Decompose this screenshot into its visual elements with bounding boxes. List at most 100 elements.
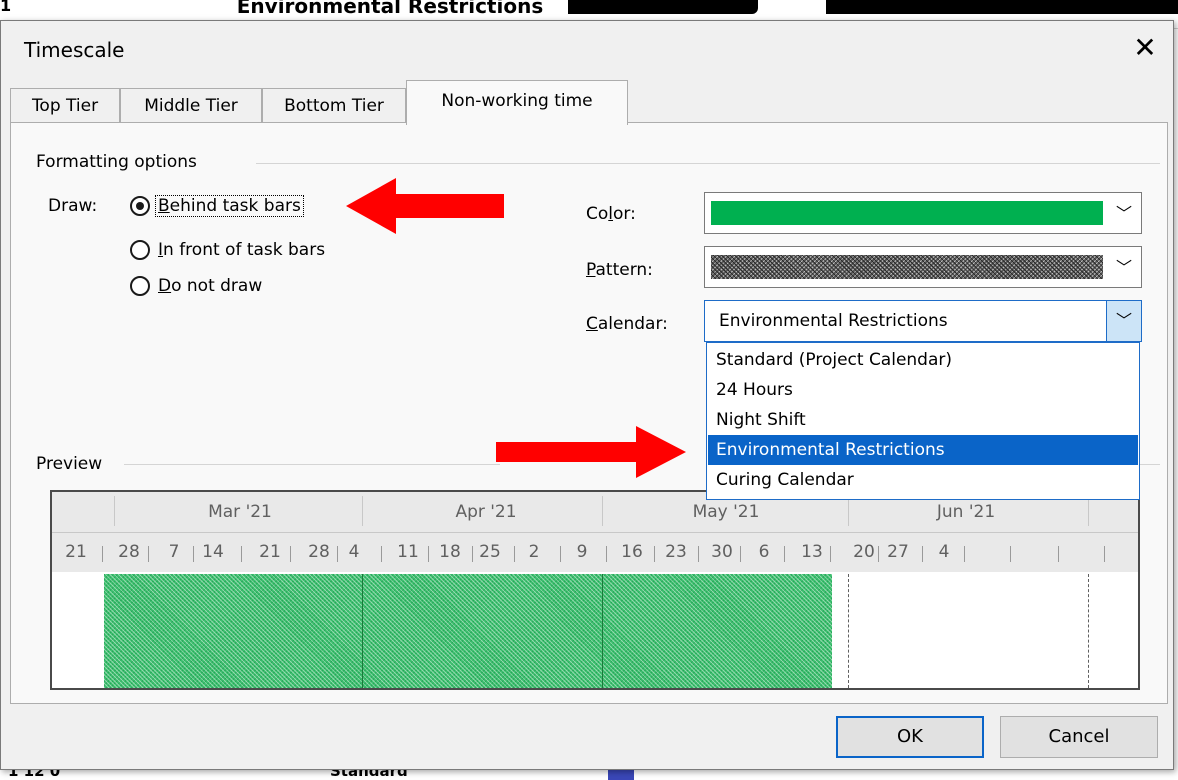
preview-label: Preview bbox=[36, 454, 103, 474]
day-separator bbox=[922, 546, 923, 562]
tab-non-working-time[interactable]: Non-working time bbox=[406, 80, 628, 125]
group-divider bbox=[124, 464, 500, 465]
radio-do-not-draw[interactable] bbox=[130, 276, 150, 296]
calendar-option-standard[interactable]: Standard (Project Calendar) bbox=[708, 345, 1138, 375]
pattern-dropdown[interactable]: ﹀ bbox=[704, 246, 1142, 288]
preview-day: 28 bbox=[308, 542, 330, 562]
ok-button[interactable]: OK bbox=[836, 716, 984, 758]
background-row-number: 1 bbox=[0, 0, 12, 15]
month-gridline bbox=[362, 574, 363, 688]
preview-day: 11 bbox=[397, 542, 419, 562]
day-separator bbox=[381, 546, 382, 562]
preview-day: 20 bbox=[853, 542, 875, 562]
preview-day: 9 bbox=[576, 542, 588, 562]
preview-day: 25 bbox=[479, 542, 501, 562]
day-separator bbox=[698, 546, 699, 562]
draw-label: Draw: bbox=[48, 196, 98, 216]
mnemonic: D bbox=[158, 276, 172, 296]
in-front-of-task-bars-label[interactable]: In front of task bars bbox=[158, 240, 325, 260]
month-separator bbox=[1088, 496, 1089, 526]
pattern-swatch bbox=[711, 255, 1103, 279]
day-separator bbox=[193, 546, 194, 562]
preview-day: 4 bbox=[938, 542, 950, 562]
calendar-option-night-shift[interactable]: Night Shift bbox=[708, 405, 1138, 435]
preview-day: 21 bbox=[65, 542, 87, 562]
calendar-option-24-hours[interactable]: 24 Hours bbox=[708, 375, 1138, 405]
day-separator bbox=[740, 546, 741, 562]
preview-day: 23 bbox=[665, 542, 687, 562]
chevron-down-icon[interactable]: ﹀ bbox=[1107, 247, 1141, 287]
preview-month: Mar '21 bbox=[208, 502, 272, 522]
preview-day: 16 bbox=[621, 542, 643, 562]
preview-day: 21 bbox=[259, 542, 281, 562]
preview-day: 30 bbox=[711, 542, 733, 562]
day-separator bbox=[1104, 546, 1105, 562]
chevron-down-icon[interactable]: ﹀ bbox=[1106, 301, 1141, 341]
tab-middle-tier[interactable]: Middle Tier bbox=[120, 88, 262, 123]
preview-month: Jun '21 bbox=[936, 502, 996, 522]
preview-day: 7 bbox=[168, 542, 180, 562]
cancel-button[interactable]: Cancel bbox=[1000, 716, 1158, 758]
day-separator bbox=[964, 546, 965, 562]
month-separator bbox=[114, 496, 115, 526]
color-dropdown[interactable]: ﹀ bbox=[704, 192, 1142, 234]
label-text: alendar: bbox=[597, 314, 668, 334]
day-separator bbox=[606, 546, 607, 562]
label-text: o not draw bbox=[171, 276, 263, 296]
day-separator bbox=[241, 546, 242, 562]
calendar-option-curing-calendar[interactable]: Curing Calendar bbox=[708, 465, 1138, 495]
radio-selected-dot bbox=[136, 202, 144, 210]
preview-day: 2 bbox=[528, 542, 540, 562]
day-separator bbox=[878, 546, 879, 562]
group-divider bbox=[1140, 464, 1160, 465]
radio-in-front-of-task-bars[interactable] bbox=[130, 240, 150, 260]
day-separator bbox=[337, 546, 338, 562]
preview-day: 18 bbox=[439, 542, 461, 562]
month-separator bbox=[602, 496, 603, 526]
chevron-down-icon[interactable]: ﹀ bbox=[1107, 193, 1141, 233]
calendar-dropdown-list: Standard (Project Calendar) 24 Hours Nig… bbox=[706, 342, 1140, 500]
day-separator bbox=[428, 546, 429, 562]
radio-behind-task-bars[interactable] bbox=[130, 196, 150, 216]
label-text: attern: bbox=[595, 260, 653, 280]
preview-day: 28 bbox=[118, 542, 140, 562]
month-gridline bbox=[602, 574, 603, 688]
color-swatch bbox=[711, 201, 1103, 225]
month-separator bbox=[362, 496, 363, 526]
mnemonic: P bbox=[586, 260, 596, 280]
behind-task-bars-label[interactable]: Behind task bars bbox=[155, 195, 304, 217]
background-task-name: Environmental Restrictions bbox=[236, 0, 544, 18]
calendar-dropdown[interactable]: Environmental Restrictions ﹀ bbox=[704, 300, 1142, 342]
preview-day: 13 bbox=[801, 542, 823, 562]
label-text: or: bbox=[613, 204, 636, 224]
background-task-bar bbox=[568, 0, 758, 14]
calendar-selected-value: Environmental Restrictions bbox=[719, 311, 948, 331]
day-separator bbox=[654, 546, 655, 562]
day-separator bbox=[472, 546, 473, 562]
tab-label: Bottom Tier bbox=[284, 96, 384, 116]
day-separator bbox=[514, 546, 515, 562]
day-separator bbox=[1058, 546, 1059, 562]
tab-bottom-tier[interactable]: Bottom Tier bbox=[262, 88, 406, 123]
preview-month: May '21 bbox=[692, 502, 760, 522]
do-not-draw-label[interactable]: Do not draw bbox=[158, 276, 262, 296]
day-separator bbox=[102, 546, 103, 562]
month-gridline bbox=[848, 574, 849, 688]
day-separator bbox=[290, 546, 291, 562]
calendar-option-environmental-restrictions[interactable]: Environmental Restrictions bbox=[708, 435, 1138, 465]
header-divider bbox=[52, 532, 1138, 533]
tab-label: Middle Tier bbox=[144, 96, 238, 116]
dialog-title: Timescale bbox=[24, 38, 125, 62]
label-text: Co bbox=[586, 204, 609, 224]
red-arrow-icon bbox=[496, 426, 686, 478]
tab-top-tier[interactable]: Top Tier bbox=[10, 88, 120, 123]
preview-day: 4 bbox=[348, 542, 360, 562]
close-icon[interactable]: ✕ bbox=[1128, 32, 1162, 66]
day-separator bbox=[148, 546, 149, 562]
tab-label: Non-working time bbox=[441, 91, 593, 111]
month-separator bbox=[848, 496, 849, 526]
red-arrow-icon bbox=[346, 178, 504, 234]
preview-month: Apr '21 bbox=[455, 502, 517, 522]
day-separator bbox=[1010, 546, 1011, 562]
background-task-bar bbox=[826, 0, 1178, 14]
